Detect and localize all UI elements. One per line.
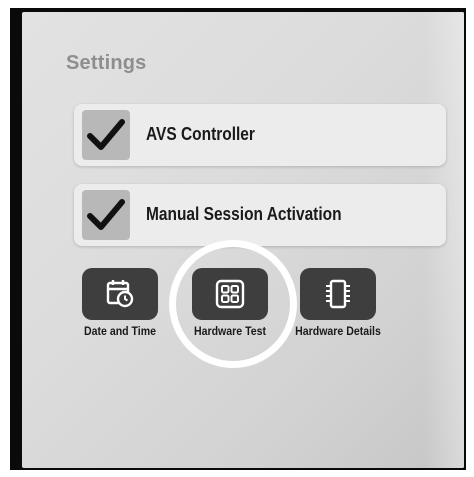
settings-screen: Settings AVS Controller Manual Session A… [22,12,464,468]
checkmark-icon [87,119,125,150]
hardware-test-label: Hardware Test [194,324,266,338]
manual-session-activation-label: Manual Session Activation [146,204,342,224]
checkmark-icon [87,199,125,230]
manual-session-activation-checkbox[interactable] [82,190,130,240]
hardware-details-label: Hardware Details [295,324,381,338]
manual-session-activation-option[interactable]: Manual Session Activation [74,184,446,246]
device-photo: Settings AVS Controller Manual Session A… [10,8,466,470]
avs-controller-label: AVS Controller [146,124,255,144]
hardware-details-button[interactable] [300,268,376,320]
avs-controller-option[interactable]: AVS Controller [74,104,446,166]
photo-frame: Settings AVS Controller Manual Session A… [0,0,474,477]
date-and-time-label: Date and Time [84,324,156,338]
avs-controller-checkbox[interactable] [82,110,130,160]
calendar-clock-icon [106,280,134,308]
page-title: Settings [66,52,147,74]
grid-icon [215,279,245,309]
hardware-test-button[interactable] [192,268,268,320]
date-and-time-button[interactable] [82,268,158,320]
chip-icon [326,279,350,309]
